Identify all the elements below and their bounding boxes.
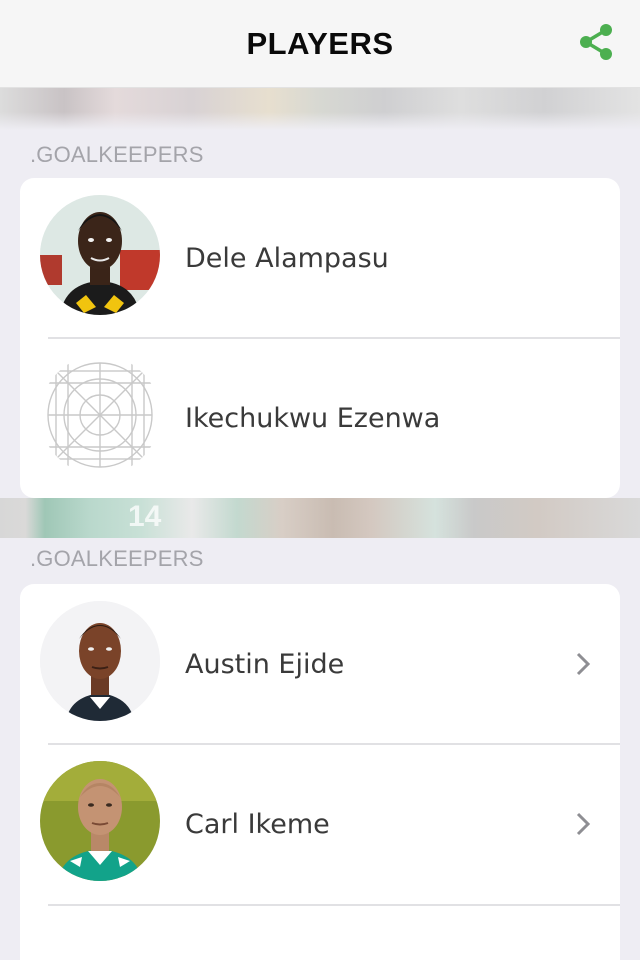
- section-banner-image: [0, 88, 640, 130]
- player-photo: [40, 601, 160, 721]
- player-row[interactable]: Ikechukwu Ezenwa: [20, 338, 620, 498]
- share-icon: [580, 24, 612, 60]
- section-header-goalkeepers: .GOALKEEPERS: [30, 142, 204, 167]
- player-avatar: [40, 195, 160, 315]
- player-name: Dele Alampasu: [185, 242, 389, 274]
- player-name: Carl Ikeme: [185, 808, 330, 840]
- section-header-goalkeepers: .GOALKEEPERS: [30, 546, 204, 571]
- share-button[interactable]: [574, 20, 618, 64]
- player-avatar: [40, 355, 160, 475]
- jersey-number: 14: [128, 500, 162, 533]
- players-card: Dele Alampasu Ikechukwu Ezenwa: [20, 178, 620, 498]
- player-photo: [40, 195, 160, 315]
- player-name: Austin Ejide: [185, 648, 345, 680]
- players-card: Austin Ejide Carl Ikeme: [20, 584, 620, 960]
- player-row[interactable]: Dele Alampasu: [20, 178, 620, 338]
- section-banner-image: 14: [0, 498, 640, 538]
- player-row[interactable]: Carl Ikeme: [20, 744, 620, 904]
- player-avatar: [40, 601, 160, 721]
- chevron-right-icon: [576, 812, 591, 836]
- row-divider: [48, 904, 620, 906]
- player-avatar: [40, 761, 160, 881]
- placeholder-avatar-icon: [47, 362, 153, 468]
- player-row[interactable]: Austin Ejide: [20, 584, 620, 744]
- top-navigation-bar: PLAYERS: [0, 0, 640, 88]
- player-name: Ikechukwu Ezenwa: [185, 402, 441, 434]
- chevron-right-icon: [576, 652, 591, 676]
- banner-fade: [0, 112, 640, 130]
- player-photo: [40, 761, 160, 881]
- page-title: PLAYERS: [246, 25, 394, 61]
